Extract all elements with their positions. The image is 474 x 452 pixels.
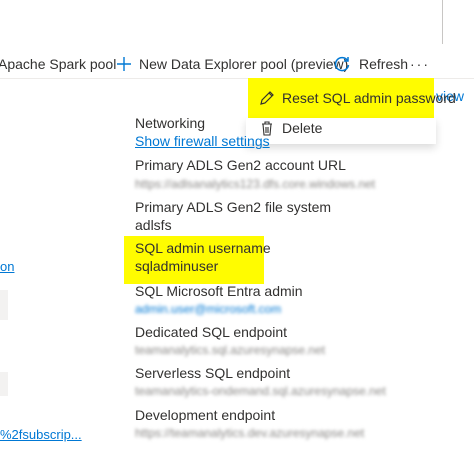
left-url-fragment[interactable]: %2fsubscrip... bbox=[0, 427, 82, 442]
serverless-sql-endpoint-value: teamanalytics-ondemand.sql.azuresynapse.… bbox=[135, 384, 386, 398]
dedicated-sql-endpoint-label: Dedicated SQL endpoint bbox=[135, 324, 288, 340]
spark-pool-label: Apache Spark pool bbox=[0, 56, 117, 72]
new-data-explorer-pool-button[interactable]: New Data Explorer pool (preview) bbox=[116, 50, 348, 78]
entra-admin-label: SQL Microsoft Entra admin bbox=[135, 283, 303, 299]
dedicated-sql-endpoint-value: teamanalytics.sql.azuresynapse.net bbox=[135, 343, 326, 357]
entra-admin-value[interactable]: admin.user@microsoft.com bbox=[135, 302, 281, 316]
more-options-button[interactable]: ··· bbox=[410, 50, 430, 78]
refresh-icon bbox=[333, 55, 351, 73]
adls-account-value: https://adlsanalytics123.dfs.core.window… bbox=[135, 177, 376, 191]
adls-account-label: Primary ADLS Gen2 account URL bbox=[135, 157, 346, 173]
new-spark-pool-button[interactable]: Apache Spark pool bbox=[0, 50, 116, 78]
left-blurred-block bbox=[0, 372, 8, 396]
development-endpoint-label: Development endpoint bbox=[135, 407, 276, 423]
serverless-sql-endpoint-label: Serverless SQL endpoint bbox=[135, 365, 291, 381]
sql-admin-username-value: sqladminuser bbox=[135, 258, 219, 274]
show-firewall-settings-link[interactable]: Show firewall settings bbox=[135, 133, 270, 149]
command-bar: Apache Spark pool New Data Explorer pool… bbox=[0, 50, 474, 78]
ellipsis-icon: ··· bbox=[410, 56, 430, 72]
refresh-label: Refresh bbox=[359, 56, 409, 72]
delete-label: Delete bbox=[282, 120, 323, 136]
menu-lower-panel: Delete bbox=[246, 118, 436, 144]
adls-filesystem-value: adlsfs bbox=[135, 217, 172, 233]
pencil-icon bbox=[258, 89, 276, 107]
sql-admin-username-label: SQL admin username bbox=[135, 240, 271, 256]
left-link-fragment[interactable]: on bbox=[0, 259, 14, 274]
networking-label: Networking bbox=[135, 115, 206, 131]
reset-sql-password-label: Reset SQL admin password bbox=[282, 90, 456, 106]
development-endpoint-value: https://teamanalytics.dev.azuresynapse.n… bbox=[135, 426, 365, 440]
adls-filesystem-label: Primary ADLS Gen2 file system bbox=[135, 199, 332, 215]
reset-sql-password-menu-item[interactable]: Reset SQL admin password bbox=[246, 78, 456, 118]
plus-icon bbox=[116, 56, 132, 72]
data-explorer-pool-label: New Data Explorer pool (preview) bbox=[139, 56, 349, 72]
left-blurred-block bbox=[0, 290, 8, 320]
refresh-button[interactable]: Refresh bbox=[333, 50, 408, 78]
delete-menu-item[interactable]: Delete bbox=[246, 115, 436, 141]
panel-divider bbox=[442, 0, 443, 44]
